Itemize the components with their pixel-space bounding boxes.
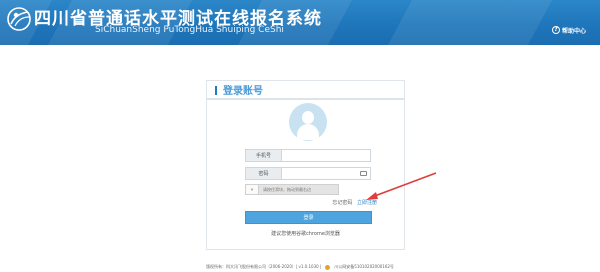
- record-text[interactable]: 川公网安备51010202000162号: [334, 264, 394, 270]
- help-center-link[interactable]: ? 帮助中心: [551, 24, 586, 36]
- login-card-header: 登录账号: [207, 81, 404, 100]
- question-circle-icon: ?: [551, 26, 560, 34]
- title-accent-bar: [215, 86, 217, 95]
- login-title: 登录账号: [223, 86, 263, 97]
- user-avatar-icon: [289, 103, 327, 141]
- police-badge-icon: [325, 264, 331, 270]
- password-field[interactable]: 密码: [245, 167, 371, 180]
- phone-label: 手机号: [246, 150, 282, 161]
- site-logo-icon: [7, 7, 31, 31]
- slider-hint: 请按住滑块，拖动到最右边: [263, 187, 311, 192]
- login-button[interactable]: 登录: [245, 211, 372, 224]
- password-label: 密码: [246, 168, 282, 179]
- captcha-slider[interactable]: » 请按住滑块，拖动到最右边: [245, 184, 339, 195]
- browser-tip: 建议您使用谷歌chrome浏览器: [271, 231, 340, 237]
- copyright-text: 版权所有：科大讯飞股份有限公司（2006-2020）| v1.0.1030 |: [206, 264, 322, 269]
- header-stripe: [388, 0, 552, 45]
- site-subtitle: SiChuanSheng PuTongHua Shuiping CeShi: [95, 25, 284, 35]
- slider-knob[interactable]: »: [246, 185, 259, 194]
- login-card: 登录账号 手机号 密码 » 请按住滑块，拖动到最右边 忘记密码 立即注册 登录 …: [206, 80, 405, 250]
- footer: 版权所有：科大讯飞股份有限公司（2006-2020）| v1.0.1030 | …: [0, 262, 600, 272]
- forgot-password-link[interactable]: 忘记密码: [332, 200, 352, 206]
- help-center-label: 帮助中心: [561, 27, 586, 35]
- phone-field[interactable]: 手机号: [245, 149, 371, 162]
- header-bar: 四川省普通话水平测试在线报名系统 SiChuanSheng PuTongHua …: [0, 0, 600, 45]
- annotation-arrow-icon: [366, 172, 437, 200]
